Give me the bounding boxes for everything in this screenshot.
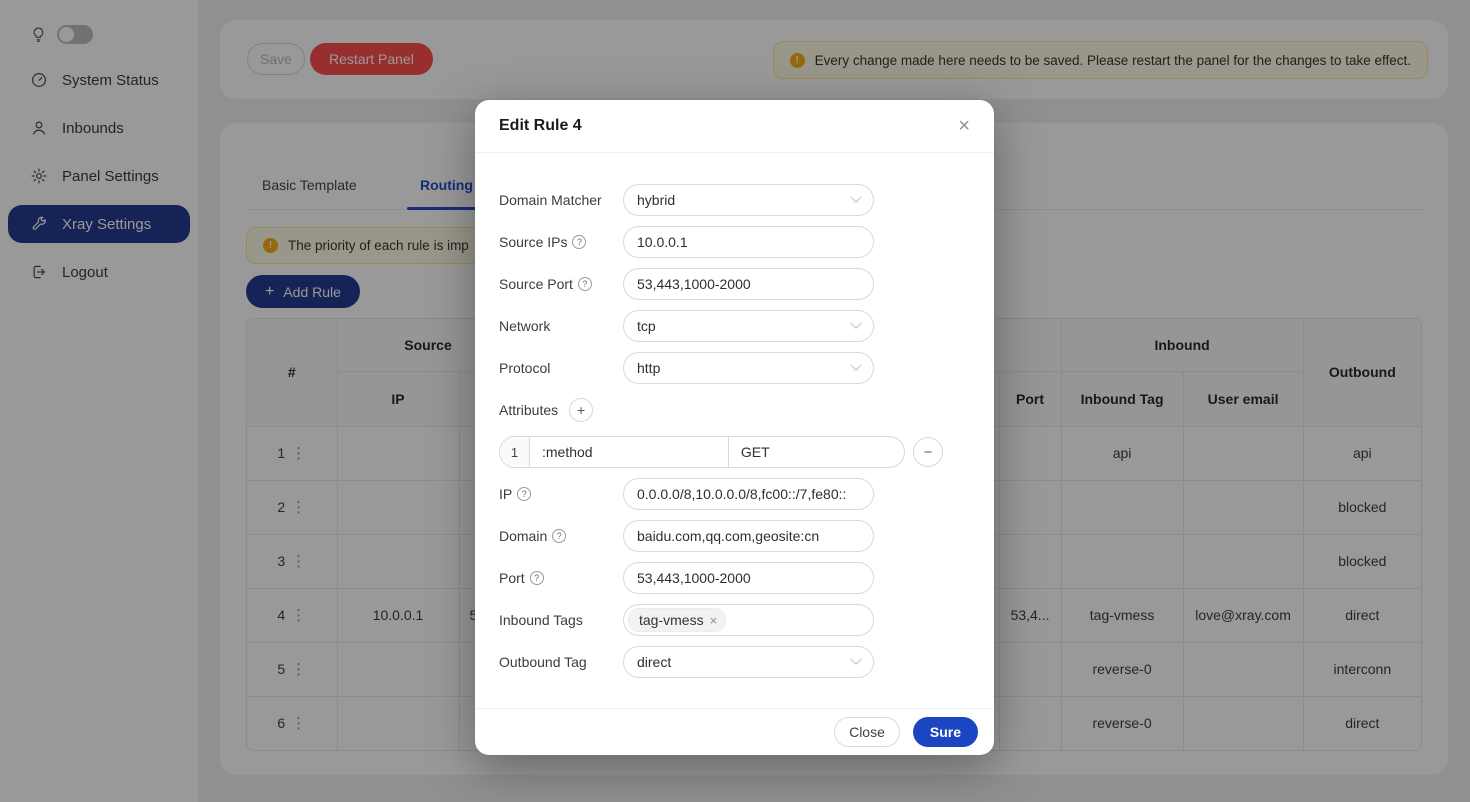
attribute-key-input[interactable] (530, 437, 729, 467)
edit-rule-modal: Edit Rule 4 × Domain Matcher hybrid Sour… (475, 100, 994, 755)
domain-input[interactable] (623, 520, 874, 552)
field-label: IP (499, 486, 512, 502)
field-ip: IP? (499, 478, 970, 510)
field-label: Source IPs (499, 234, 567, 250)
tag-remove-icon[interactable]: × (710, 614, 718, 627)
attribute-index: 1 (500, 437, 530, 467)
field-network: Network tcp (499, 310, 970, 342)
field-outbound-tag: Outbound Tag direct (499, 646, 970, 678)
field-label: Source Port (499, 276, 573, 292)
field-label: Domain Matcher (499, 192, 623, 208)
source-ips-input[interactable] (623, 226, 874, 258)
field-inbound-tags: Inbound Tags tag-vmess × (499, 604, 970, 636)
attribute-row: 1 − (499, 436, 970, 468)
attribute-input-group: 1 (499, 436, 905, 468)
selected-value: hybrid (637, 192, 675, 208)
domain-matcher-select[interactable]: hybrid (623, 184, 874, 216)
tag-chip: tag-vmess × (628, 608, 726, 632)
sure-button[interactable]: Sure (913, 717, 978, 747)
ip-input[interactable] (623, 478, 874, 510)
remove-attribute-button[interactable]: − (913, 437, 943, 467)
attribute-value-input[interactable] (729, 437, 904, 467)
close-button[interactable]: Close (834, 717, 900, 747)
modal-footer: Close Sure (475, 708, 994, 755)
chevron-down-icon (850, 654, 861, 665)
field-label: Protocol (499, 360, 623, 376)
field-source-ips: Source IPs? (499, 226, 970, 258)
field-attributes: Attributes + (499, 394, 970, 426)
question-icon[interactable]: ? (530, 571, 544, 585)
field-domain: Domain? (499, 520, 970, 552)
network-select[interactable]: tcp (623, 310, 874, 342)
field-port: Port? (499, 562, 970, 594)
field-label: Outbound Tag (499, 654, 623, 670)
inbound-tags-input[interactable]: tag-vmess × (623, 604, 874, 636)
field-label: Port (499, 570, 525, 586)
selected-value: tcp (637, 318, 656, 334)
question-icon[interactable]: ? (578, 277, 592, 291)
protocol-select[interactable]: http (623, 352, 874, 384)
modal-header: Edit Rule 4 × (475, 100, 994, 153)
field-domain-matcher: Domain Matcher hybrid (499, 184, 970, 216)
chevron-down-icon (850, 360, 861, 371)
chevron-down-icon (850, 318, 861, 329)
field-label: Network (499, 318, 623, 334)
add-attribute-button[interactable]: + (569, 398, 593, 422)
outbound-tag-select[interactable]: direct (623, 646, 874, 678)
close-icon[interactable]: × (958, 116, 970, 136)
question-icon[interactable]: ? (517, 487, 531, 501)
field-protocol: Protocol http (499, 352, 970, 384)
source-port-input[interactable] (623, 268, 874, 300)
question-icon[interactable]: ? (572, 235, 586, 249)
field-label: Domain (499, 528, 547, 544)
selected-value: http (637, 360, 660, 376)
modal-title: Edit Rule 4 (499, 117, 582, 135)
chevron-down-icon (850, 192, 861, 203)
field-label: Inbound Tags (499, 612, 623, 628)
selected-value: direct (637, 654, 671, 670)
tag-label: tag-vmess (639, 612, 704, 628)
port-input[interactable] (623, 562, 874, 594)
modal-body: Domain Matcher hybrid Source IPs? Source… (475, 153, 994, 678)
field-label: Attributes (499, 402, 558, 418)
field-source-port: Source Port? (499, 268, 970, 300)
question-icon[interactable]: ? (552, 529, 566, 543)
